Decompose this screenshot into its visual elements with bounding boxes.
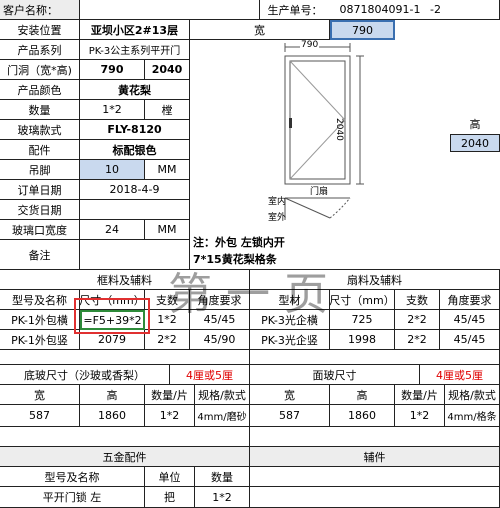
color-value[interactable]: 黄花梨 — [80, 80, 190, 100]
sash-row-count: 2*2 — [395, 330, 440, 350]
sash-row-count: 2*2 — [395, 310, 440, 330]
accessories-body — [250, 467, 500, 487]
bottom-glass-spec[interactable]: 4mm/磨砂 — [195, 405, 250, 427]
dim-side-label: 2040 — [334, 118, 344, 141]
bottom-glass-header-width: 宽 — [0, 385, 80, 405]
frame-row-angle: 45/90 — [190, 330, 250, 350]
bottom-glass-width[interactable]: 587 — [0, 405, 80, 427]
series-label: 产品系列 — [0, 40, 80, 60]
order-suffix: -2 — [430, 0, 500, 20]
order-label: 生产单号： — [260, 0, 330, 20]
delivery-value[interactable] — [80, 200, 190, 220]
bottom-glass-header-height: 高 — [80, 385, 145, 405]
delivery-label: 交货日期 — [0, 200, 80, 220]
frame-row-model: PK-1外包竖 — [0, 330, 80, 350]
annotation-box — [74, 298, 150, 334]
door-frame-label: 门扇 — [310, 187, 329, 197]
hardware-row-qty[interactable]: 1*2 — [195, 487, 250, 508]
order-value[interactable]: 0871804091-1 — [330, 0, 430, 20]
date-label: 订单日期 — [0, 180, 80, 200]
face-glass-header-spec: 规格/款式 — [445, 385, 500, 405]
hardware-header-qty: 数量 — [195, 467, 250, 487]
hardware-title: 五金配件 — [0, 447, 250, 467]
foot-label: 吊脚 — [0, 160, 80, 180]
qty-unit: 樘 — [145, 100, 190, 120]
face-glass-spec[interactable]: 4mm/格条 — [445, 405, 500, 427]
outdoor-label: 室外 — [268, 213, 287, 223]
face-glass-header-width: 宽 — [250, 385, 330, 405]
glass-width-label: 玻璃口宽度 — [0, 220, 80, 240]
face-glass-height[interactable]: 1860 — [330, 405, 395, 427]
bottom-glass-header-qty: 数量/片 — [145, 385, 195, 405]
width-label: 宽 — [190, 20, 330, 40]
dim-top-label: 790 — [300, 40, 320, 50]
face-glass-title: 面玻尺寸 — [250, 365, 420, 385]
foot-value[interactable]: 10 — [80, 160, 145, 180]
face-glass-header-height: 高 — [330, 385, 395, 405]
sash-row-size[interactable]: 1998 — [330, 330, 395, 350]
date-value[interactable]: 2018-4-9 — [80, 180, 190, 200]
glass-width-value[interactable]: 24 — [80, 220, 145, 240]
door-handle-icon — [289, 118, 292, 128]
accessories-title: 辅件 — [250, 447, 500, 467]
color-label: 产品颜色 — [0, 80, 80, 100]
frame-row-model: PK-1外包横 — [0, 310, 80, 330]
foot-unit: MM — [145, 160, 190, 180]
accessories-row — [250, 487, 500, 508]
face-glass-width[interactable]: 587 — [250, 405, 330, 427]
face-glass-header-qty: 数量/片 — [395, 385, 445, 405]
parts-label: 配件 — [0, 140, 80, 160]
sash-row-profile: PK-3光企竖 — [250, 330, 330, 350]
sash-row-angle: 45/45 — [440, 310, 500, 330]
door-drawing — [284, 43, 364, 220]
bottom-glass-height[interactable]: 1860 — [80, 405, 145, 427]
sash-header-angle: 角度要求 — [440, 290, 500, 310]
remark-label: 备注 — [0, 240, 80, 270]
glass-label: 玻璃款式 — [0, 120, 80, 140]
width-value[interactable]: 790 — [330, 20, 395, 40]
indoor-label: 室内 — [268, 197, 287, 207]
frame-row-count: 2*2 — [145, 330, 190, 350]
bottom-glass-qty[interactable]: 1*2 — [145, 405, 195, 427]
customer-value[interactable] — [80, 0, 260, 20]
glass-width-unit: MM — [145, 220, 190, 240]
series-value[interactable]: PK-3公主系列平开门 — [80, 40, 190, 60]
watermark: 第一页 — [168, 269, 342, 320]
face-glass-qty[interactable]: 1*2 — [395, 405, 445, 427]
sash-row-angle: 45/45 — [440, 330, 500, 350]
hardware-header-unit: 单位 — [145, 467, 195, 487]
parts-value[interactable]: 标配银色 — [80, 140, 190, 160]
hardware-row-model[interactable]: 平开门锁 左 — [0, 487, 145, 508]
hardware-header-model: 型号及名称 — [0, 467, 145, 487]
frame-empty-row — [0, 350, 250, 365]
install-value[interactable]: 亚坝小区2#13层 — [80, 20, 190, 40]
height-value[interactable]: 2040 — [450, 134, 500, 152]
install-label: 安装位置 — [0, 20, 80, 40]
glass-value[interactable]: FLY-8120 — [80, 120, 190, 140]
hardware-row-unit[interactable]: 把 — [145, 487, 195, 508]
sash-header-count: 支数 — [395, 290, 440, 310]
glass-empty-row — [250, 427, 500, 447]
qty-value[interactable]: 1*2 — [80, 100, 145, 120]
bottom-glass-header-spec: 规格/款式 — [195, 385, 250, 405]
note-line-1: 注：外包 左锁内开 — [193, 236, 285, 249]
sash-empty-row — [250, 350, 500, 365]
qty-label: 数量 — [0, 100, 80, 120]
bottom-glass-title: 底玻尺寸（沙玻或香梨） — [0, 365, 170, 385]
height-label: 高 — [469, 118, 481, 131]
face-glass-thickness: 4厘或5厘 — [420, 365, 500, 385]
customer-label: 客户名称： — [0, 0, 80, 20]
opening-label: 门洞（宽*高) — [0, 60, 80, 80]
opening-height[interactable]: 2040 — [145, 60, 190, 80]
bottom-glass-thickness: 4厘或5厘 — [170, 365, 250, 385]
opening-width[interactable]: 790 — [80, 60, 145, 80]
frame-header-model: 型号及名称 — [0, 290, 80, 310]
glass-empty-row — [0, 427, 250, 447]
